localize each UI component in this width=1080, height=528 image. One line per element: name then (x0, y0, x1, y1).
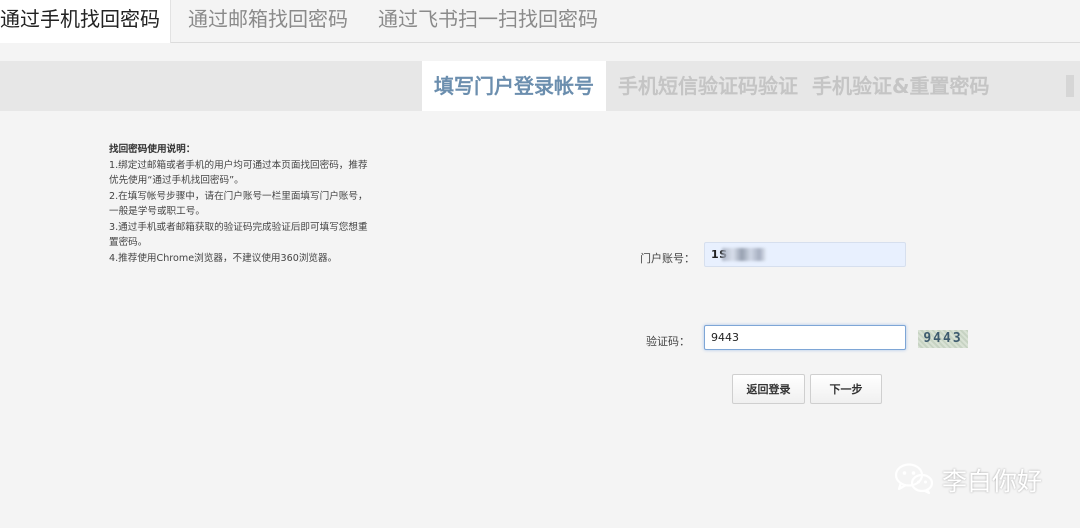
account-label: 门户账号： (640, 252, 695, 265)
tab-email-recovery[interactable]: 通过邮箱找回密码 (188, 0, 348, 42)
captcha-label: 验证码： (646, 335, 690, 348)
tab-feishu-recovery[interactable]: 通过飞书扫一扫找回密码 (378, 0, 598, 42)
captcha-image[interactable]: 9443 (918, 330, 968, 348)
recovery-method-tabs: 通过手机找回密码 通过邮箱找回密码 通过飞书扫一扫找回密码 (0, 0, 1080, 43)
captcha-input[interactable] (704, 325, 906, 350)
step-sms-verify: 手机短信验证码验证 (618, 74, 798, 98)
wechat-icon (894, 461, 934, 499)
step-enter-account: 填写门户登录帐号 (422, 61, 606, 111)
step-bar-edge (1066, 75, 1074, 97)
instructions-panel: 找回密码使用说明： 1.绑定过邮箱或者手机的用户均可通过本页面找回密码，推荐优先… (109, 142, 374, 266)
instruction-item: 1.绑定过邮箱或者手机的用户均可通过本页面找回密码，推荐优先使用“通过手机找回密… (109, 159, 368, 187)
step-progress-bar: 填写门户登录帐号 手机短信验证码验证 手机验证&重置密码 (0, 61, 1080, 111)
instruction-item: 4.推荐使用Chrome浏览器，不建议使用360浏览器。 (109, 252, 338, 264)
redacted-account-mask (722, 248, 766, 261)
instructions-title: 找回密码使用说明： (109, 144, 196, 155)
watermark: 李白你好 (894, 462, 1042, 498)
watermark-text: 李白你好 (942, 467, 1043, 496)
step-reset-password: 手机验证&重置密码 (812, 74, 990, 98)
back-to-login-button[interactable]: 返回登录 (732, 374, 805, 404)
instruction-item: 3.通过手机或者邮箱获取的验证码完成验证后即可填写您想重置密码。 (109, 221, 368, 249)
instruction-item: 2.在填写帐号步骤中，请在门户账号一栏里面填写门户账号，一般是学号或职工号。 (109, 190, 368, 218)
next-step-button[interactable]: 下一步 (810, 374, 882, 404)
tab-phone-recovery[interactable]: 通过手机找回密码 (0, 0, 171, 43)
